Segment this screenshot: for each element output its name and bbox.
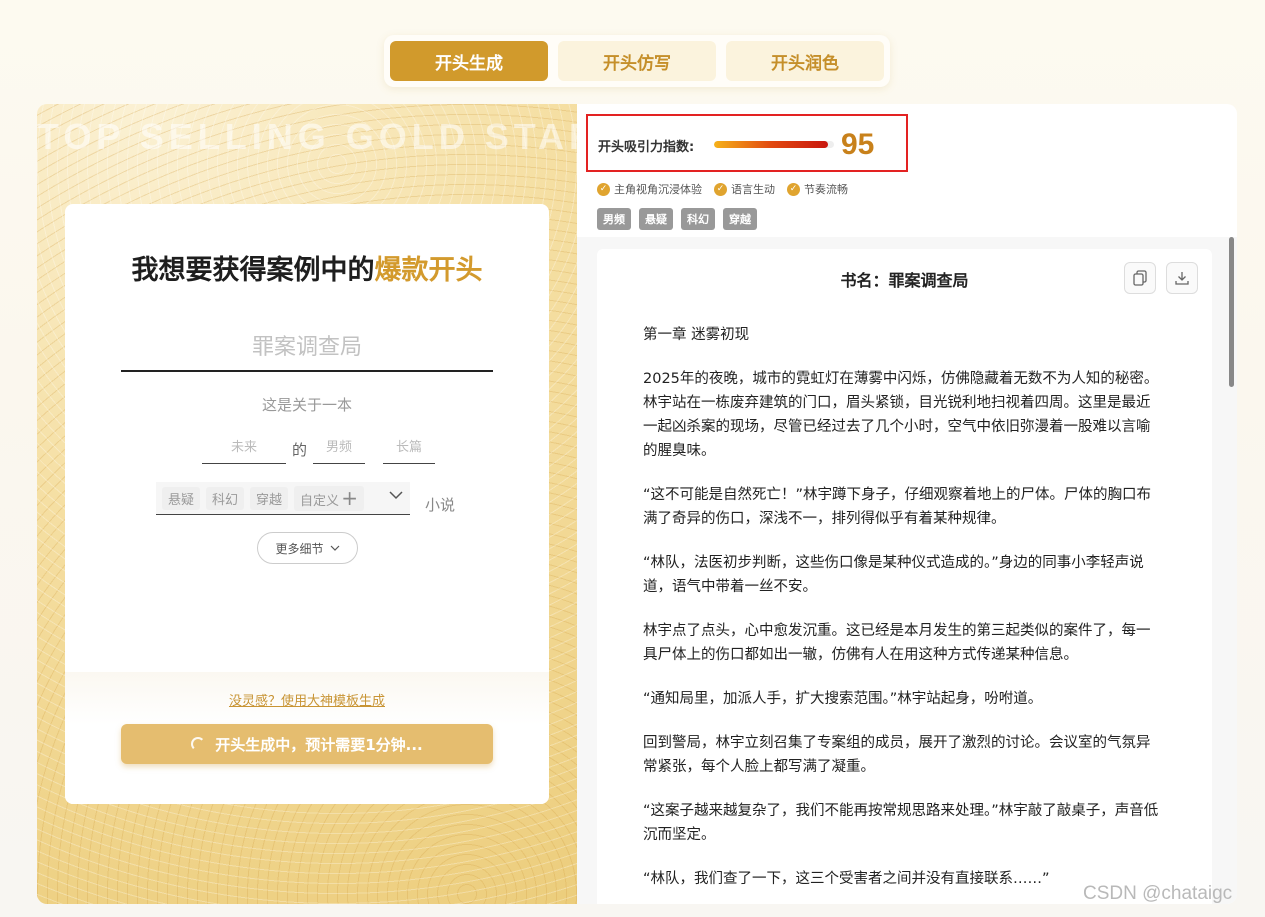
chevron-down-icon[interactable]	[389, 488, 403, 502]
feature-item: ✓ 主角视角沉浸体验	[597, 181, 702, 197]
chevron-down-icon	[330, 545, 339, 551]
template-generate-link[interactable]: 没灵感？使用大神模板生成	[65, 690, 549, 709]
feature-label: 节奏流畅	[804, 183, 848, 196]
score-value: 95	[841, 128, 875, 161]
plus-icon: +	[341, 485, 358, 510]
tag-chip[interactable]: 科幻	[206, 486, 245, 510]
more-details-button[interactable]: 更多细节	[257, 532, 358, 564]
about-label: 这是关于一本	[261, 396, 352, 414]
genre-tag-selector[interactable]: 悬疑 科幻 穿越 自定义 +	[156, 482, 410, 515]
generate-button[interactable]: 开头生成中，预计需要1分钟...	[121, 724, 493, 764]
generated-document: 书名：罪案调查局 第一章 迷雾初现 2025年的夜晚，城市的霓虹灯在薄雾中闪烁，…	[597, 249, 1212, 904]
check-icon: ✓	[787, 182, 800, 196]
form-title-highlight: 爆款开头	[374, 255, 483, 286]
genre-badge: 男频	[597, 208, 631, 230]
custom-tag-label: 自定义	[300, 493, 340, 509]
genre-badges: 男频 悬疑 科幻 穿越	[597, 208, 757, 230]
de-label: 的	[292, 441, 308, 459]
paragraph: “这不可能是自然死亡！”林宇蹲下身子，仔细观察着地上的尸体。尸体的胸口布满了奇异…	[643, 487, 1152, 527]
paragraph: 2025年的夜晚，城市的霓虹灯在薄雾中闪烁，仿佛隐藏着无数不为人知的秘密。林宇站…	[643, 371, 1159, 459]
result-panel: 开头吸引力指数: 95 ✓ 主角视角沉浸体验 ✓ 语言生动 ✓ 节奏流畅 男频 悬疑 …	[577, 104, 1237, 904]
content-scroll-area: 书名：罪案调查局 第一章 迷雾初现 2025年的夜晚，城市的霓虹灯在薄雾中闪烁，…	[577, 237, 1237, 904]
tab-opening-generate[interactable]: 开头生成	[390, 41, 548, 81]
setting-select[interactable]: 未来	[202, 436, 286, 464]
copy-button[interactable]	[1124, 262, 1156, 294]
tab-opening-imitate[interactable]: 开头仿写	[558, 41, 716, 81]
paragraph: “通知局里，加派人手，扩大搜索范围。”林宇站起身，吩咐道。	[643, 691, 1043, 707]
check-icon: ✓	[714, 182, 727, 196]
paragraph: 回到警局，林宇立刻召集了专案组的成员，展开了激烈的讨论。会议室的气氛异常紧张，每…	[643, 735, 1151, 775]
custom-tag-button[interactable]: 自定义 +	[294, 485, 364, 511]
feature-item: ✓ 语言生动	[714, 181, 775, 197]
paragraph: “林队，法医初步判断，这些伤口像是某种仪式造成的。”身边的同事小李轻声说道，语气…	[643, 555, 1144, 595]
left-panel: TOP SELLING GOLD START 我想要获得案例中的爆款开头 这是关…	[37, 104, 577, 904]
download-button[interactable]	[1166, 262, 1198, 294]
check-icon: ✓	[597, 182, 610, 196]
attraction-score-box: 开头吸引力指数: 95	[586, 114, 908, 172]
genre-badge: 悬疑	[639, 208, 673, 230]
novel-label: 小说	[425, 496, 456, 514]
loading-spinner-icon	[191, 737, 206, 751]
background-watermark-text: TOP SELLING GOLD START	[37, 116, 577, 157]
tab-opening-polish[interactable]: 开头润色	[726, 41, 884, 81]
scrollbar[interactable]	[1229, 237, 1234, 387]
generate-button-label: 开头生成中，预计需要1分钟...	[215, 735, 423, 754]
form-title-prefix: 我想要获得案例中的	[131, 255, 375, 286]
score-label: 开头吸引力指数:	[598, 140, 695, 155]
book-title-input[interactable]	[121, 324, 493, 372]
paragraph: 林宇点了点头，心中愈发沉重。这已经是本月发生的第三起类似的案件了，每一具尸体上的…	[643, 623, 1151, 663]
feature-item: ✓ 节奏流畅	[787, 181, 848, 197]
length-select[interactable]: 长篇	[383, 436, 436, 464]
chapter-title: 第一章 迷雾初现	[643, 327, 750, 343]
book-title: 书名：罪案调查局	[840, 271, 969, 290]
feature-list: ✓ 主角视角沉浸体验 ✓ 语言生动 ✓ 节奏流畅	[597, 181, 848, 197]
csdn-credit-watermark: CSDN @chataigc	[1083, 883, 1233, 904]
genre-badge: 科幻	[681, 208, 715, 230]
mode-tabs: 开头生成 开头仿写 开头润色	[384, 35, 890, 87]
score-bar	[714, 141, 834, 148]
tag-chip[interactable]: 悬疑	[162, 486, 201, 510]
genre-badge: 穿越	[723, 208, 757, 230]
feature-label: 主角视角沉浸体验	[614, 183, 702, 196]
more-details-label: 更多细节	[275, 541, 324, 556]
generation-form-card: 我想要获得案例中的爆款开头 这是关于一本 未来 的 男频 长篇 悬疑 科幻 穿越…	[65, 204, 549, 804]
document-body: 第一章 迷雾初现 2025年的夜晚，城市的霓虹灯在薄雾中闪烁，仿佛隐藏着无数不为…	[643, 323, 1163, 904]
form-title: 我想要获得案例中的爆款开头	[65, 248, 549, 287]
score-bar-fill	[714, 141, 828, 148]
tag-chip[interactable]: 穿越	[250, 486, 289, 510]
feature-label: 语言生动	[731, 183, 775, 196]
download-icon	[1175, 272, 1189, 285]
audience-select[interactable]: 男频	[313, 436, 366, 464]
copy-icon	[1133, 270, 1147, 286]
attribute-selectors: 未来 的 男频 长篇	[202, 436, 436, 464]
paragraph: “这案子越来越复杂了，我们不能再按常规思路来处理。”林宇敲了敲桌子，声音低沉而坚…	[643, 803, 1159, 843]
form-footer: 没灵感？使用大神模板生成 开头生成中，预计需要1分钟...	[65, 672, 549, 804]
